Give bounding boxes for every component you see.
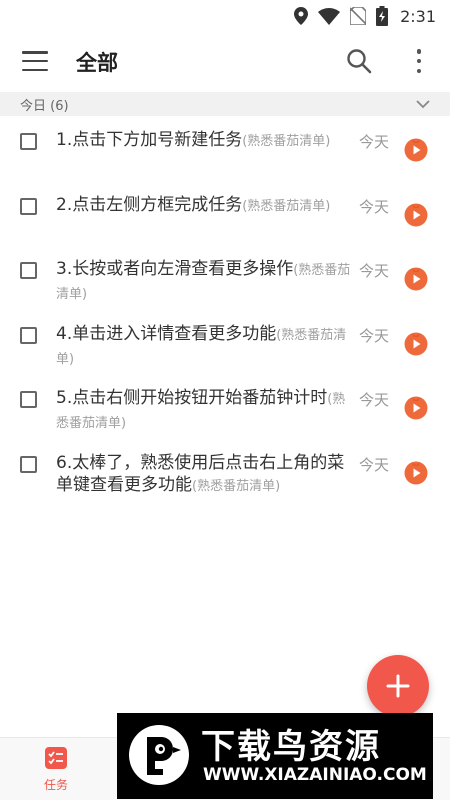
task-row[interactable]: 4.单击进入详情查看更多功能(熟悉番茄清单) 今天 <box>0 312 450 377</box>
task-list: 1.点击下方加号新建任务(熟悉番茄清单) 今天 2.点击左侧方框完成任务(熟悉番… <box>0 118 450 505</box>
nav-label-tasks: 任务 <box>43 778 68 792</box>
task-checkbox[interactable] <box>20 197 37 215</box>
battery-charging-icon <box>376 6 389 26</box>
tomato-play-icon[interactable] <box>403 459 429 485</box>
tomato-play-icon[interactable] <box>403 136 429 162</box>
task-date: 今天 <box>359 197 390 216</box>
task-list-icon <box>44 746 68 770</box>
more-vert-icon[interactable] <box>412 49 426 73</box>
task-checkbox[interactable] <box>20 133 37 150</box>
tomato-play-icon[interactable] <box>403 330 429 356</box>
task-title: 2.点击左侧方框完成任务 <box>56 194 243 215</box>
task-text: 5.点击右侧开始按钮开始番茄钟计时(熟悉番茄清单) <box>56 387 352 435</box>
task-tag: (熟悉番茄清单) <box>242 198 331 214</box>
task-checkbox[interactable] <box>20 455 37 473</box>
tomato-play-icon[interactable] <box>403 201 429 227</box>
app-bar: 全部 <box>0 32 450 90</box>
task-tag: (熟悉番茄清单) <box>192 478 281 494</box>
watermark-banner: 下载鸟资源 WWW.XIAZAINIAO.COM <box>117 713 433 799</box>
task-text: 4.单击进入详情查看更多功能(熟悉番茄清单) <box>56 323 352 371</box>
nav-item-tasks[interactable]: 任务 <box>18 746 94 796</box>
task-row[interactable]: 1.点击下方加号新建任务(熟悉番茄清单) 今天 <box>0 118 450 183</box>
task-checkbox[interactable] <box>20 391 37 408</box>
app-screen: 2:31 全部 今日 (6) 1.点击下方加号新建任务(熟悉番茄清单) 今天 2 <box>0 0 450 800</box>
tomato-play-icon[interactable] <box>403 265 429 291</box>
task-date: 今天 <box>359 326 390 345</box>
status-bar: 2:31 <box>0 0 450 32</box>
status-time: 2:31 <box>400 6 436 26</box>
no-sim-icon <box>350 7 367 25</box>
task-text: 3.长按或者向左滑查看更多操作(熟悉番茄清单) <box>56 258 352 306</box>
task-date: 今天 <box>359 262 390 280</box>
task-row[interactable]: 6.太棒了，熟悉使用后点击右上角的菜单键查看更多功能(熟悉番茄清单) 今天 <box>0 441 450 506</box>
task-title: 1.点击下方加号新建任务 <box>56 130 243 150</box>
task-date: 今天 <box>359 455 390 474</box>
task-title: 5.点击右侧开始按钮开始番茄钟计时 <box>56 388 328 408</box>
task-row[interactable]: 2.点击左侧方框完成任务(熟悉番茄清单) 今天 <box>0 183 450 248</box>
section-label: 今日 (6) <box>20 98 69 114</box>
watermark-url: WWW.XIAZAINIAO.COM <box>203 765 427 785</box>
tomato-play-icon[interactable] <box>403 394 429 420</box>
section-header-today[interactable]: 今日 (6) <box>0 92 450 116</box>
task-row[interactable]: 5.点击右侧开始按钮开始番茄钟计时(熟悉番茄清单) 今天 <box>0 376 450 441</box>
watermark-title: 下载鸟资源 <box>201 727 381 767</box>
task-date: 今天 <box>359 133 390 151</box>
add-task-button[interactable] <box>367 655 429 717</box>
task-checkbox[interactable] <box>20 262 37 279</box>
menu-icon[interactable] <box>22 51 48 71</box>
task-text: 6.太棒了，熟悉使用后点击右上角的菜单键查看更多功能(熟悉番茄清单) <box>56 452 352 498</box>
bird-logo-icon <box>129 725 189 785</box>
task-tag: (熟悉番茄清单) <box>242 134 331 149</box>
task-title: 4.单击进入详情查看更多功能 <box>56 323 277 344</box>
task-title: 3.长按或者向左滑查看更多操作 <box>56 259 294 279</box>
chevron-down-icon[interactable] <box>416 97 430 111</box>
task-date: 今天 <box>359 391 390 409</box>
search-icon[interactable] <box>346 48 372 74</box>
task-text: 2.点击左侧方框完成任务(熟悉番茄清单) <box>56 194 352 218</box>
plus-icon <box>386 674 410 698</box>
task-checkbox[interactable] <box>20 326 37 344</box>
location-icon <box>294 7 309 25</box>
task-row[interactable]: 3.长按或者向左滑查看更多操作(熟悉番茄清单) 今天 <box>0 247 450 312</box>
wifi-icon <box>318 7 341 25</box>
page-title: 全部 <box>76 51 118 75</box>
task-text: 1.点击下方加号新建任务(熟悉番茄清单) <box>56 129 352 153</box>
